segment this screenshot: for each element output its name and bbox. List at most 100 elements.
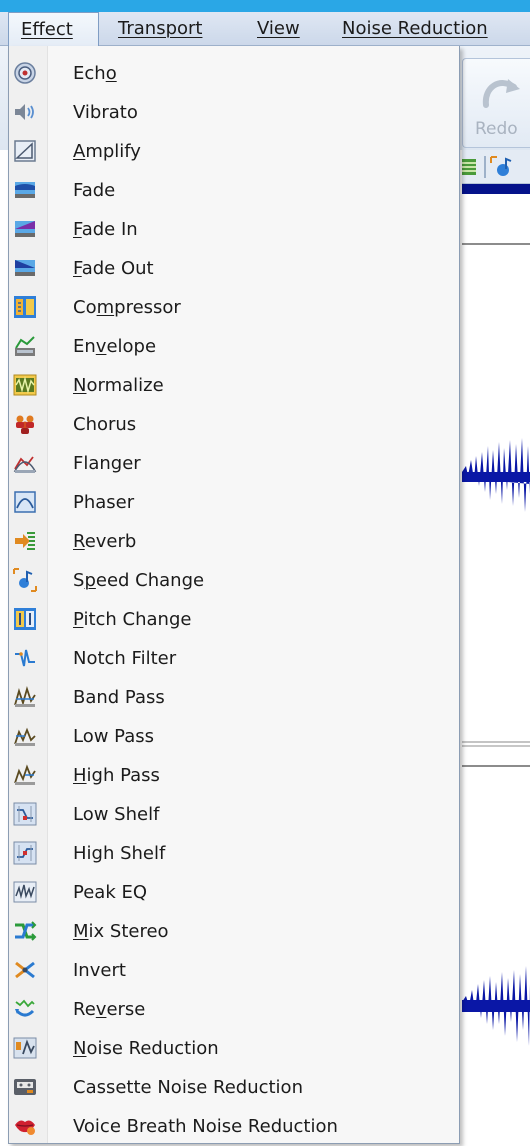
amplify-icon	[14, 140, 36, 162]
menu-item-label: Noise Reduction	[73, 1038, 219, 1059]
menu-item-label: Phaser	[73, 492, 135, 513]
waveform-svg	[462, 243, 530, 1046]
menu-item-speed-change[interactable]: Speed Change	[9, 561, 459, 600]
envelope-icon	[15, 336, 35, 356]
notch-filter-icon	[15, 649, 35, 667]
menu-item-amplify[interactable]: Amplify	[9, 132, 459, 171]
menu-item-label: Mix Stereo	[73, 921, 169, 942]
cassette-icon	[14, 1079, 36, 1095]
high-pass-icon	[14, 764, 36, 785]
timeline-bar	[462, 184, 530, 194]
fade-in-icon	[15, 221, 35, 237]
menu-item-reverse[interactable]: Reverse	[9, 990, 459, 1029]
menu-item-low-shelf[interactable]: Low Shelf	[9, 795, 459, 834]
pitch-change-icon	[14, 608, 36, 630]
menu-item-label: Echo	[73, 63, 117, 84]
menu-item-pitch-change[interactable]: Pitch Change	[9, 600, 459, 639]
redo-button[interactable]: Redo	[462, 58, 530, 148]
menu-item-high-shelf[interactable]: High Shelf	[9, 834, 459, 873]
redo-icon	[482, 79, 520, 108]
menu-item-reverb[interactable]: Reverb	[9, 522, 459, 561]
menu-item-phaser[interactable]: Phaser	[9, 483, 459, 522]
menu-item-low-pass[interactable]: Low Pass	[9, 717, 459, 756]
menu-item-label: Invert	[73, 960, 126, 981]
compressor-icon	[14, 296, 36, 318]
menu-item-label: Fade In	[73, 219, 138, 240]
reverb-icon	[15, 532, 35, 550]
low-shelf-icon	[13, 802, 37, 826]
menu-item-chorus[interactable]: Chorus	[9, 405, 459, 444]
menu-item-label: Flanger	[73, 453, 141, 474]
menu-item-label: Fade	[73, 180, 116, 201]
menu-item-label: Band Pass	[73, 687, 165, 708]
invert-icon	[15, 961, 35, 979]
effects-toolbar	[462, 150, 530, 184]
menu-item-label: Amplify	[73, 141, 141, 162]
menu-item-label: Envelope	[73, 336, 157, 357]
menu-item-label: Compressor	[73, 297, 181, 318]
speaker-icon	[15, 104, 34, 120]
menu-item-label: Notch Filter	[73, 648, 177, 669]
menu-item-label: Low Shelf	[73, 804, 160, 825]
menu-item-label: Reverse	[73, 999, 146, 1020]
speed-change-tool-icon[interactable]	[489, 155, 513, 179]
menu-item-label: Chorus	[73, 414, 137, 435]
high-shelf-icon	[13, 841, 37, 865]
menu-item-peak-eq[interactable]: Peak EQ	[9, 873, 459, 912]
window-accent-bar	[0, 0, 530, 12]
speed-change-icon	[13, 568, 37, 592]
fade-icon	[15, 182, 35, 198]
menu-item-invert[interactable]: Invert	[9, 951, 459, 990]
menu-noise-reduction[interactable]: Noise Reduction	[342, 12, 488, 46]
chorus-icon	[16, 415, 34, 434]
menu-item-high-pass[interactable]: High Pass	[9, 756, 459, 795]
effect-menu: Echo Vibrato Amplify Fade Fade In Fade O…	[8, 46, 460, 1144]
menu-item-label: High Pass	[73, 765, 160, 786]
peak-eq-icon	[13, 881, 37, 903]
flanger-icon	[13, 456, 37, 473]
menu-view[interactable]: View	[257, 12, 300, 46]
redo-label: Redo	[475, 119, 518, 139]
menu-item-label: Peak EQ	[73, 882, 148, 903]
menu-item-label: Low Pass	[73, 726, 154, 747]
phaser-icon	[14, 491, 36, 513]
reverse-icon	[15, 999, 35, 1017]
menu-item-label: Vibrato	[73, 102, 138, 123]
mix-stereo-icon	[15, 921, 37, 941]
menu-transport[interactable]: Transport	[118, 12, 202, 46]
menu-item-fade-in[interactable]: Fade In	[9, 210, 459, 249]
band-pass-icon	[14, 685, 36, 707]
menu-item-normalize[interactable]: Normalize	[9, 366, 459, 405]
menu-item-fade-out[interactable]: Fade Out	[9, 249, 459, 288]
menu-item-compressor[interactable]: Compressor	[9, 288, 459, 327]
menu-item-label: High Shelf	[73, 843, 166, 864]
menu-item-voice-breath-noise-reduction[interactable]: Voice Breath Noise Reduction	[9, 1107, 459, 1146]
fade-out-icon	[15, 260, 35, 276]
toolbar-separator	[484, 156, 486, 178]
waveform-view[interactable]	[462, 194, 530, 1144]
menu-effect[interactable]: Effect	[8, 12, 99, 47]
low-pass-icon	[14, 727, 36, 746]
menu-item-echo[interactable]: Echo	[9, 54, 459, 93]
menu-item-label: Fade Out	[73, 258, 154, 279]
menu-bar: Effect Transport View Noise Reduction	[0, 12, 530, 47]
menu-item-band-pass[interactable]: Band Pass	[9, 678, 459, 717]
menu-item-envelope[interactable]: Envelope	[9, 327, 459, 366]
menu-item-label: Pitch Change	[73, 609, 192, 630]
menu-item-cassette-noise-reduction[interactable]: Cassette Noise Reduction	[9, 1068, 459, 1107]
reverb-tool-icon[interactable]	[462, 157, 478, 177]
menu-item-label: Voice Breath Noise Reduction	[73, 1116, 338, 1137]
menu-item-flanger[interactable]: Flanger	[9, 444, 459, 483]
menu-item-label: Reverb	[73, 531, 137, 552]
lips-icon	[15, 1120, 35, 1135]
menu-item-noise-reduction[interactable]: Noise Reduction	[9, 1029, 459, 1068]
menu-item-fade[interactable]: Fade	[9, 171, 459, 210]
echo-icon	[14, 62, 36, 84]
noise-reduction-icon	[13, 1037, 37, 1059]
normalize-icon	[13, 374, 37, 396]
menu-item-label: Cassette Noise Reduction	[73, 1077, 303, 1098]
menu-item-label: Normalize	[73, 375, 164, 396]
menu-item-vibrato[interactable]: Vibrato	[9, 93, 459, 132]
menu-item-mix-stereo[interactable]: Mix Stereo	[9, 912, 459, 951]
menu-item-notch-filter[interactable]: Notch Filter	[9, 639, 459, 678]
